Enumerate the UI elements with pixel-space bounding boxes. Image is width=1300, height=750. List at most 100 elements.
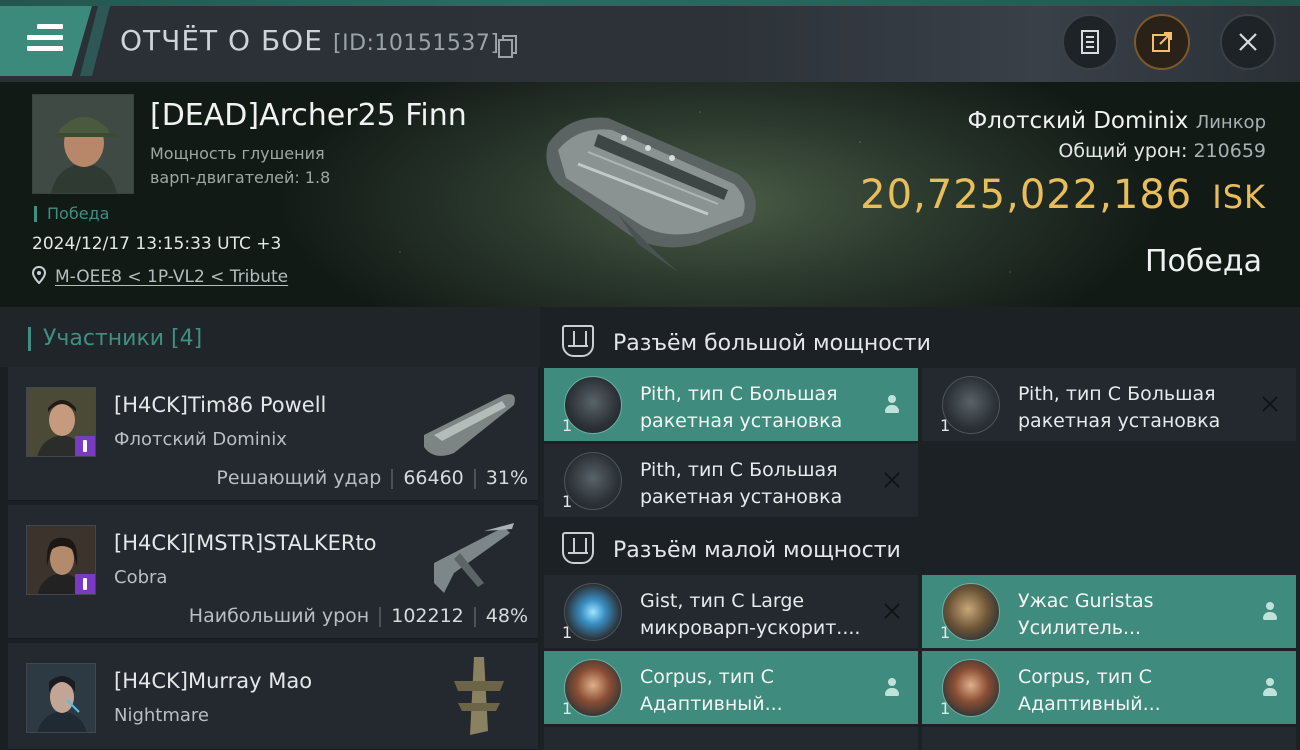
- launcher-icon: [564, 376, 622, 434]
- participant-ship-image: [424, 394, 515, 456]
- high-slot-header: Разъём большой мощности: [540, 311, 1300, 371]
- pilot-badge-icon: [75, 574, 95, 594]
- victim-name[interactable]: [DEAD]Archer25 Finn: [150, 98, 467, 133]
- module-quantity: 1: [940, 623, 951, 642]
- module-slot[interactable]: 1 Pith, тип C Большая ракетная установка: [544, 444, 918, 517]
- participant-card[interactable]: [H4CK]Tim86 Powell Флотский Dominix Реша…: [8, 367, 538, 501]
- participant-card[interactable]: [H4CK]Murray Mao Nightmare: [8, 643, 538, 750]
- isk-value: 20,725,022,186 ISK: [860, 172, 1266, 218]
- share-button[interactable]: [1134, 14, 1190, 70]
- participant-ship: Nightmare: [114, 705, 210, 726]
- participant-ship: Флотский Dominix: [114, 429, 287, 450]
- module-name: Ужас Guristas Усилитель...: [1018, 590, 1154, 639]
- low-slot-header: Разъём малой мощности: [540, 518, 1300, 578]
- stat-label: Решающий удар: [216, 467, 382, 489]
- module-quantity: 1: [940, 699, 951, 718]
- pilot-badge-icon: [75, 436, 95, 456]
- amplifier-icon: [942, 583, 1000, 641]
- high-slot-icon: [562, 325, 594, 357]
- victim-ship[interactable]: Флотский Dominix Линкор: [968, 108, 1267, 134]
- destroyed-x-icon: [882, 470, 902, 490]
- low-slot-icon: [562, 532, 594, 564]
- participant-avatar: [26, 387, 96, 457]
- participant-stats: Наибольший урон 102212 48%: [189, 605, 528, 627]
- stat-damage: 66460: [403, 467, 464, 489]
- module-slot[interactable]: 1 Gist, тип C Large микроварп-ускорит...…: [544, 575, 918, 648]
- fitted-person-icon: [882, 677, 902, 697]
- participants-panel: Участники [4] [H4CK]Tim86 Powell Флотски…: [0, 307, 540, 750]
- launcher-icon: [564, 452, 622, 510]
- victim-summary: [DEAD]Archer25 Finn Мощность глушения ва…: [0, 82, 1300, 307]
- adaptive-plating-icon: [942, 659, 1000, 717]
- clipboard-button[interactable]: [1062, 14, 1118, 70]
- warp-jam-value: варп-двигателей: 1.8: [150, 168, 331, 187]
- module-quantity: 1: [562, 492, 573, 511]
- total-damage: Общий урон: 210659: [1058, 140, 1266, 162]
- participant-name: [H4CK]Tim86 Powell: [114, 393, 327, 417]
- warp-jam-label: Мощность глушения: [150, 144, 325, 163]
- participant-avatar: [26, 525, 96, 595]
- kill-datetime: 2024/12/17 13:15:33 UTC +3: [32, 234, 282, 254]
- close-icon: [1239, 33, 1257, 51]
- participant-name: [H4CK]Murray Mao: [114, 669, 313, 693]
- isk-unit: ISK: [1212, 178, 1266, 216]
- module-quantity: 1: [562, 416, 573, 435]
- share-icon: [1152, 32, 1172, 52]
- close-button[interactable]: [1220, 14, 1276, 70]
- page-title: ОТЧЁТ О БОЕ: [120, 24, 323, 57]
- module-quantity: 1: [940, 416, 951, 435]
- participant-avatar: [26, 663, 96, 733]
- module-slot[interactable]: 1 Pith, тип C Большая ракетная установка: [544, 368, 918, 441]
- menu-button[interactable]: [0, 6, 92, 76]
- ship-class: Линкор: [1195, 112, 1266, 133]
- module-slot[interactable]: 1 Pith, тип C Большая ракетная установка: [922, 368, 1296, 441]
- module-name: Gist, тип C Large микроварп-ускорит....: [640, 590, 861, 639]
- hamburger-icon: [27, 24, 63, 54]
- adaptive-plating-icon: [564, 659, 622, 717]
- module-slot[interactable]: [922, 727, 1296, 750]
- battle-outcome: Победа: [1145, 244, 1262, 279]
- stat-percent: 48%: [485, 605, 528, 627]
- module-slot[interactable]: 1 Corpus, тип C Адаптивный...: [544, 651, 918, 724]
- participant-ship-image: [454, 657, 504, 735]
- report-id: [ID:10151537]: [333, 31, 500, 56]
- module-quantity: 1: [562, 623, 573, 642]
- participant-ship-image: [434, 523, 514, 593]
- participants-header: Участники [4]: [0, 307, 540, 367]
- microwarp-drive-icon: [564, 583, 622, 641]
- high-slot-title: Разъём большой мощности: [613, 331, 931, 356]
- module-name: Pith, тип C Большая ракетная установка: [640, 459, 843, 508]
- participant-stats: Решающий удар 66460 31%: [216, 467, 528, 489]
- fitted-person-icon: [882, 394, 902, 414]
- fitted-person-icon: [1260, 601, 1280, 621]
- module-quantity: 1: [562, 699, 573, 718]
- stat-label: Наибольший урон: [188, 605, 370, 627]
- clipboard-icon: [1081, 30, 1099, 54]
- module-slot[interactable]: 1 Ужас Guristas Усилитель...: [922, 575, 1296, 648]
- victim-ship-image: [546, 117, 756, 272]
- victim-avatar[interactable]: [32, 94, 134, 194]
- module-name: Corpus, тип C Адаптивный...: [1018, 666, 1161, 715]
- stat-damage: 102212: [391, 605, 464, 627]
- module-slot[interactable]: 1 Corpus, тип C Адаптивный...: [922, 651, 1296, 724]
- location-pin-icon: [32, 266, 46, 284]
- participant-card[interactable]: [H4CK][MSTR]STALKERto Cobra Наибольший у…: [8, 505, 538, 639]
- location-link[interactable]: M-OEE8 < 1P-VL2 < Tribute: [55, 267, 288, 287]
- result-tag: Победа: [34, 206, 109, 222]
- low-slot-title: Разъём малой мощности: [613, 538, 901, 563]
- module-name: Pith, тип C Большая ракетная установка: [640, 383, 843, 432]
- stat-percent: 31%: [485, 467, 528, 489]
- destroyed-x-icon: [882, 601, 902, 621]
- module-name: Pith, тип C Большая ракетная установка: [1018, 383, 1221, 432]
- participants-title[interactable]: Участники [4]: [28, 327, 202, 351]
- fitted-person-icon: [1260, 677, 1280, 697]
- module-name: Corpus, тип C Адаптивный...: [640, 666, 783, 715]
- participant-name: [H4CK][MSTR]STALKERto: [114, 531, 377, 555]
- module-slot[interactable]: [544, 727, 918, 750]
- total-damage-value: 210659: [1193, 140, 1266, 162]
- top-bar: ОТЧЁТ О БОЕ [ID:10151537]: [0, 0, 1300, 82]
- destroyed-x-icon: [1260, 394, 1280, 414]
- fitting-panel: Разъём большой мощности 1 Pith, тип C Бо…: [540, 307, 1300, 750]
- launcher-icon: [942, 376, 1000, 434]
- copy-icon[interactable]: [498, 35, 517, 58]
